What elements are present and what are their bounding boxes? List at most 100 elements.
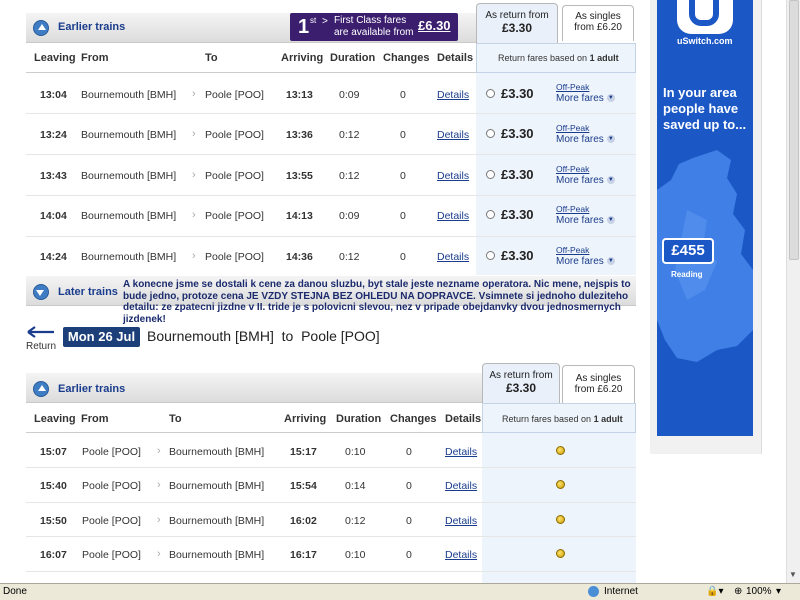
col-arriving: Arriving [284, 413, 327, 425]
row-from: Poole [POO] [82, 446, 141, 458]
return-label: Return [26, 341, 57, 352]
col-details: Details [437, 52, 474, 64]
row-from: Poole [POO] [82, 549, 141, 561]
scrollbar-thumb[interactable] [789, 0, 799, 260]
more-fares-link[interactable]: More fares ▼ [556, 175, 615, 186]
tab-singles-label: As singles [575, 373, 622, 384]
row-details-link[interactable]: Details [437, 210, 469, 222]
tab-as-return[interactable]: As return from £3.30 [482, 363, 560, 403]
chevron-right-icon: › [157, 445, 161, 457]
row-divider [26, 195, 636, 196]
row-ticket-type[interactable]: Off-Peak [556, 82, 589, 92]
fare-radio[interactable] [556, 446, 565, 455]
ad-brand: uSwitch.com [677, 36, 733, 46]
row-changes: 0 [406, 515, 412, 527]
fare-radio[interactable] [556, 515, 565, 524]
tab-as-singles[interactable]: As singles from £6.20 [562, 365, 635, 403]
row-details-link[interactable]: Details [437, 89, 469, 101]
fare-basis-prefix: Return fares based on [498, 53, 590, 63]
outbound-earlier-trains-link[interactable]: Earlier trains [58, 21, 125, 33]
row-leaving: 14:24 [40, 251, 67, 263]
row-duration: 0:12 [345, 515, 366, 527]
col-changes: Changes [383, 52, 430, 64]
row-from: Poole [POO] [82, 515, 141, 527]
protected-mode-icon[interactable]: 🔒▾ [706, 586, 723, 597]
row-arriving: 13:13 [286, 89, 313, 101]
fare-radio[interactable] [486, 129, 495, 138]
tab-return-label: As return from [489, 370, 553, 381]
row-from: Bournemouth [BMH] [81, 170, 177, 182]
fare-radio[interactable] [486, 170, 495, 179]
fare-radio[interactable] [486, 251, 495, 260]
chevron-right-icon: › [157, 514, 161, 526]
more-fares-link[interactable]: More fares ▼ [556, 93, 615, 104]
return-date-badge: Mon 26 Jul [63, 327, 140, 347]
row-from: Bournemouth [BMH] [81, 89, 177, 101]
ad-amount: £455 [662, 238, 714, 264]
fare-radio[interactable] [556, 480, 565, 489]
row-leaving: 15:40 [40, 480, 67, 492]
row-divider [26, 113, 636, 114]
chevron-down-icon: ▼ [606, 216, 615, 225]
row-details-link[interactable]: Details [437, 251, 469, 263]
chevron-down-icon: ▼ [606, 257, 615, 266]
row-ticket-type[interactable]: Off-Peak [556, 245, 589, 255]
row-to: Poole [POO] [205, 129, 264, 141]
row-ticket-type[interactable]: Off-Peak [556, 204, 589, 214]
row-divider [26, 502, 636, 503]
row-arriving: 13:36 [286, 129, 313, 141]
row-duration: 0:10 [345, 446, 366, 458]
promo-number: 1 [298, 16, 310, 38]
return-earlier-trains-link[interactable]: Earlier trains [58, 383, 125, 395]
col-leaving: Leaving [34, 413, 76, 425]
row-details-link[interactable]: Details [445, 446, 477, 458]
row-duration: 0:12 [339, 251, 360, 263]
col-duration: Duration [330, 52, 376, 64]
more-fares-link[interactable]: More fares ▼ [556, 215, 615, 226]
zoom-icon[interactable]: ⊕ [734, 586, 742, 597]
row-details-link[interactable]: Details [445, 515, 477, 527]
uswitch-ad[interactable]: uSwitch.com In your area people have sav… [657, 0, 753, 436]
row-to: Poole [POO] [205, 251, 264, 263]
row-details-link[interactable]: Details [445, 549, 477, 561]
row-details-link[interactable]: Details [437, 170, 469, 182]
earlier-trains-up-icon[interactable] [33, 381, 49, 397]
page-scrollbar[interactable]: ▼ [786, 0, 800, 583]
row-duration: 0:09 [339, 210, 360, 222]
fare-radio[interactable] [486, 89, 495, 98]
tab-as-singles[interactable]: As singles from £6.20 [562, 5, 634, 41]
row-price: £3.30 [501, 126, 534, 141]
fare-radio[interactable] [486, 210, 495, 219]
row-ticket-type[interactable]: Off-Peak [556, 164, 589, 174]
more-fares-link[interactable]: More fares ▼ [556, 256, 615, 267]
fare-column [482, 433, 636, 583]
row-details-link[interactable]: Details [445, 480, 477, 492]
promo-line2: are available from [334, 27, 414, 38]
later-trains-down-icon[interactable] [33, 284, 49, 300]
row-from: Bournemouth [BMH] [81, 210, 177, 222]
row-ticket-type[interactable]: Off-Peak [556, 123, 589, 133]
row-duration: 0:09 [339, 89, 360, 101]
row-arriving: 16:17 [290, 549, 317, 561]
col-from: From [81, 52, 109, 64]
tab-return-label: As return from [485, 10, 549, 21]
row-divider [26, 571, 636, 572]
outbound-later-trains-link[interactable]: Later trains [58, 286, 118, 298]
row-duration: 0:10 [345, 549, 366, 561]
more-fares-link[interactable]: More fares ▼ [556, 134, 615, 145]
row-from: Bournemouth [BMH] [81, 129, 177, 141]
zoom-dropdown-icon[interactable]: ▾ [776, 586, 781, 597]
scroll-down-icon[interactable]: ▼ [789, 570, 797, 579]
first-class-promo[interactable]: 1 st > First Class fares are available f… [290, 13, 458, 41]
earlier-trains-up-icon[interactable] [33, 20, 49, 36]
col-leaving: Leaving [34, 52, 76, 64]
fare-basis-strong: 1 adult [589, 53, 619, 63]
return-route-title: Bournemouth [BMH] to Poole [POO] [147, 328, 380, 344]
chevron-down-icon: ▼ [606, 176, 615, 185]
fare-radio[interactable] [556, 549, 565, 558]
tab-return-price: £3.30 [505, 381, 537, 395]
tab-as-return[interactable]: As return from £3.30 [476, 3, 558, 43]
fare-basis-strong: 1 adult [593, 414, 623, 424]
zoom-level[interactable]: 100% [746, 586, 772, 597]
row-details-link[interactable]: Details [437, 129, 469, 141]
